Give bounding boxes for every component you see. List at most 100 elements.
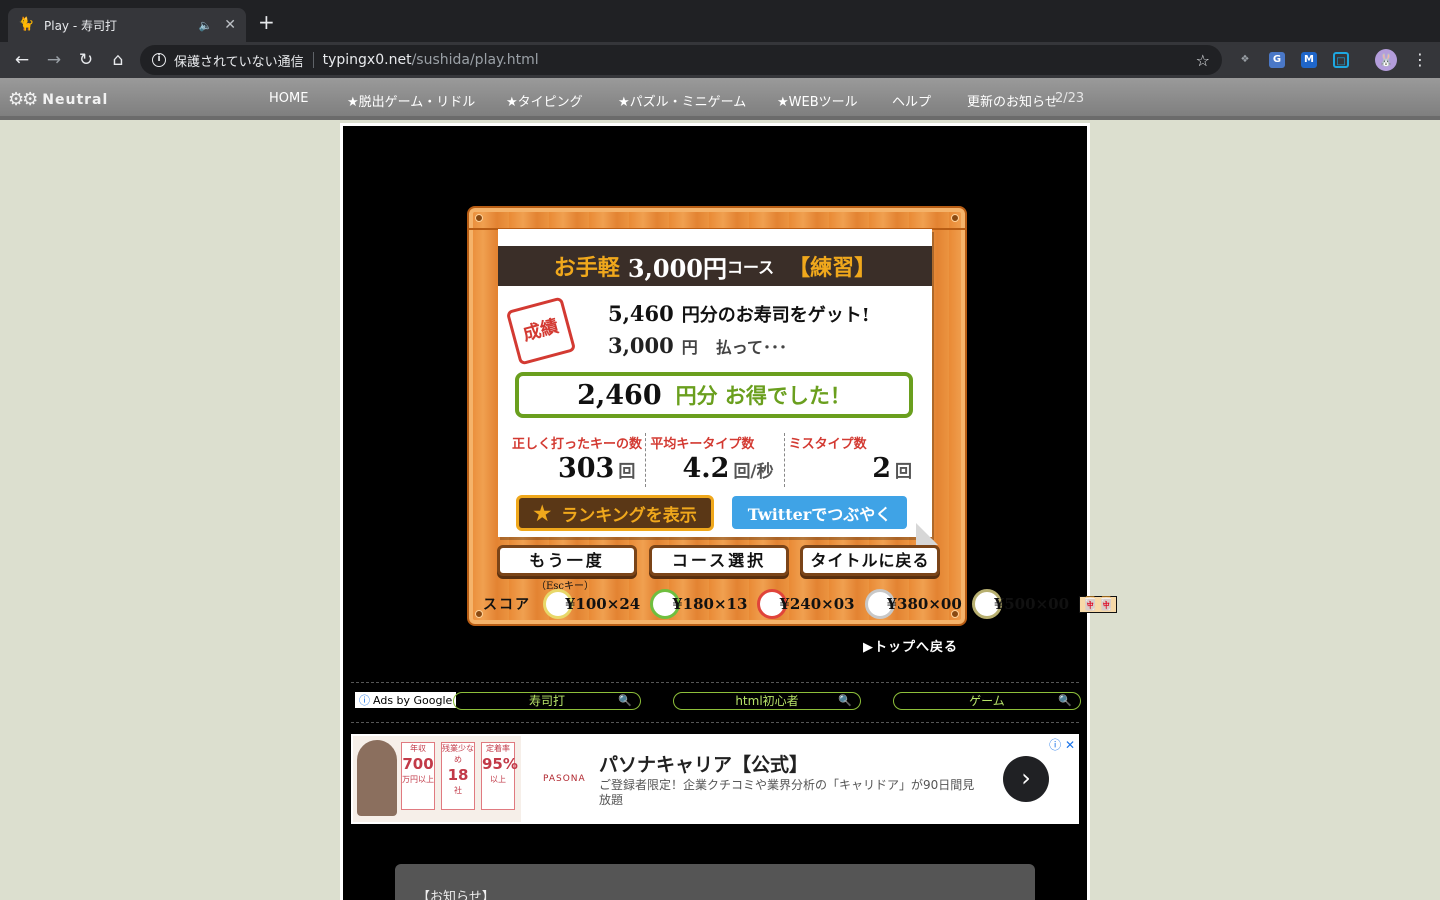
nav-web-tools[interactable]: ★WEBツール bbox=[777, 91, 858, 110]
kebab-menu-icon[interactable]: ⋮ bbox=[1412, 50, 1428, 70]
ad-search-label: html初心者 bbox=[735, 694, 799, 708]
nav-typing[interactable]: ★タイピング bbox=[506, 91, 583, 110]
retry-button[interactable]: もう一度 bbox=[497, 545, 637, 576]
ad-search-label: ゲーム bbox=[969, 694, 1005, 708]
notice-title: 【お知らせ】 bbox=[417, 890, 495, 900]
show-ranking-button[interactable]: ★ ランキングを表示 bbox=[516, 495, 714, 531]
divider bbox=[351, 722, 1079, 723]
course-suffix: コース bbox=[726, 258, 775, 277]
nav-puzzle[interactable]: ★パズル・ミニゲーム bbox=[618, 91, 746, 110]
ad-search-html[interactable]: html初心者 🔍 bbox=[673, 692, 861, 710]
nav-updates[interactable]: 更新のお知らせ bbox=[967, 91, 1058, 110]
ad-title[interactable]: パソナキャリア【公式】 bbox=[599, 750, 808, 777]
stat-unit: 回 bbox=[894, 462, 912, 482]
back-arrow-icon[interactable]: ← bbox=[12, 50, 32, 70]
gain-suffix: 円分 お得でした！ bbox=[675, 383, 851, 408]
earned-suffix: 円分のお寿司をゲット! bbox=[681, 305, 870, 326]
m-extension-icon[interactable]: M bbox=[1301, 52, 1317, 68]
page-curl bbox=[916, 523, 938, 545]
stat-value: 303 回 bbox=[558, 453, 635, 484]
profile-avatar[interactable]: 🐰 bbox=[1375, 49, 1397, 71]
new-tab-button[interactable]: + bbox=[258, 12, 275, 32]
metric-top: 年収 bbox=[410, 744, 426, 753]
stat-label: 平均キータイプ数 bbox=[650, 437, 755, 452]
dropbox-extension-icon[interactable]: ❖ bbox=[1237, 52, 1253, 68]
close-icon[interactable]: ✕ bbox=[224, 17, 236, 33]
earned-line: 5,460 円分のお寿司をゲット! bbox=[608, 301, 870, 327]
ad-metric: 残業少なめ 18 社 bbox=[441, 742, 475, 810]
ads-by-label: Ads by Google bbox=[373, 693, 453, 707]
metric-value: 18 bbox=[447, 766, 469, 784]
plate-price: ¥380 bbox=[886, 595, 929, 613]
plate-380: ¥380 ×00 bbox=[864, 589, 962, 619]
info-icon[interactable]: i bbox=[152, 53, 166, 67]
favicon-icon: 🐈 bbox=[18, 17, 35, 32]
result-stamp: 成績 bbox=[505, 296, 577, 366]
stat-number: 2 bbox=[872, 453, 891, 484]
paid-yen: 円 bbox=[681, 338, 698, 357]
paid-line: 3,000 円払って･･･ bbox=[608, 333, 787, 358]
paid-value: 3,000 bbox=[608, 333, 674, 358]
address-bar[interactable]: i 保護されていない通信 typingx0.net/sushida/play.h… bbox=[140, 45, 1222, 75]
ranking-label: ランキングを表示 bbox=[561, 505, 697, 526]
ad-metric: 定着率 95% 以上 bbox=[481, 742, 518, 810]
stat-number: 4.2 bbox=[682, 453, 730, 484]
metric-bottom: 万円以上 bbox=[402, 775, 434, 784]
site-logo[interactable]: ⚙⚙ Neutral bbox=[8, 89, 108, 110]
plate-price: ¥180 bbox=[672, 595, 714, 613]
back-to-title-button[interactable]: タイトルに戻る bbox=[800, 545, 940, 576]
paid-suffix: 払って･･･ bbox=[715, 338, 787, 357]
plate-count: ×13 bbox=[713, 595, 748, 613]
star-icon[interactable]: ☆ bbox=[1196, 51, 1210, 70]
ad-search-sushida[interactable]: 寿司打 🔍 bbox=[453, 692, 641, 710]
speaker-icon[interactable]: 🔈 bbox=[199, 19, 213, 32]
logo-text: Neutral bbox=[42, 91, 109, 108]
back-to-top-link[interactable]: ▶トップへ戻る bbox=[863, 636, 958, 655]
nail-icon bbox=[475, 214, 483, 222]
ad-banner[interactable]: 年収 700 万円以上 残業少なめ 18 社 定着率 95% 以上 PASONA… bbox=[351, 734, 1079, 824]
forward-arrow-icon[interactable]: → bbox=[44, 50, 64, 70]
board-top-plank bbox=[469, 208, 965, 230]
nav-help[interactable]: ヘルプ bbox=[892, 91, 931, 110]
score-bar: スコア ¥100 ×24 ¥180 ×13 ¥240 ×03 ¥380 ×00 ¥500… bbox=[483, 589, 1118, 619]
browser-tab[interactable]: 🐈 Play - 寿司打 🔈 ✕ bbox=[8, 8, 246, 42]
ad-search-game[interactable]: ゲーム 🔍 bbox=[893, 692, 1081, 710]
ad-description: ご登録者限定！企業クチコミや業界分析の「キャリドア」が90日間見放題 bbox=[599, 778, 975, 807]
gain-box: 2,460 円分 お得でした！ bbox=[515, 372, 913, 418]
gain-value: 2,460 bbox=[577, 379, 662, 411]
result-board: お手軽 3,000円 コース 【練習】 成績 5,460 円分のお寿司をゲット! … bbox=[467, 206, 1118, 626]
ad-brand: PASONA bbox=[543, 774, 586, 784]
plate-100: ¥100 ×24 bbox=[543, 589, 640, 619]
twitter-share-button[interactable]: Twitterでつぶやく bbox=[732, 496, 907, 529]
translate-extension-icon[interactable]: G bbox=[1269, 52, 1285, 68]
nav-update-date: 2/23 bbox=[1055, 91, 1085, 106]
result-sheet: お手軽 3,000円 コース 【練習】 成績 5,460 円分のお寿司をゲット! … bbox=[498, 229, 938, 545]
site-nav: ⚙⚙ Neutral HOME ★脱出ゲーム・リドル ★タイピング ★パズル・ミ… bbox=[0, 78, 1440, 120]
plate-500: ¥500 ×00 bbox=[971, 589, 1070, 619]
person-image bbox=[357, 740, 397, 816]
adchoices-icon[interactable]: ⓘ ✕ bbox=[1049, 736, 1075, 753]
ads-by-google[interactable]: ⓘ Ads by Google bbox=[355, 692, 457, 708]
nav-home[interactable]: HOME bbox=[269, 91, 308, 106]
plate-count: ×03 bbox=[821, 595, 855, 613]
search-icon: 🔍 bbox=[1058, 694, 1072, 707]
gear-icon: ⚙⚙ bbox=[8, 89, 38, 110]
course-select-button[interactable]: コース選択 bbox=[649, 545, 789, 576]
stats-row: 正しく打ったキーの数 303 回 平均キータイプ数 4.2 回/秒 ミスタイプ数 2… bbox=[508, 433, 922, 487]
plate-count: ×00 bbox=[1035, 595, 1070, 613]
metric-value: 95% bbox=[482, 755, 518, 773]
square-extension-icon[interactable]: □ bbox=[1333, 52, 1349, 68]
url-host: typingx0.net bbox=[322, 52, 412, 68]
nav-escape-games[interactable]: ★脱出ゲーム・リドル bbox=[347, 91, 475, 110]
home-icon[interactable]: ⌂ bbox=[108, 50, 128, 70]
plate-price: ¥240 bbox=[779, 595, 822, 613]
divider bbox=[351, 682, 1079, 683]
chevron-right-icon[interactable]: › bbox=[1003, 756, 1049, 802]
reload-icon[interactable]: ↻ bbox=[76, 50, 96, 70]
stat-unit: 回 bbox=[618, 462, 636, 482]
plate-price: ¥100 bbox=[565, 595, 607, 613]
ad-image: 年収 700 万円以上 残業少なめ 18 社 定着率 95% 以上 bbox=[353, 736, 521, 822]
stat-label: 正しく打ったキーの数 bbox=[512, 437, 643, 452]
ad-search-label: 寿司打 bbox=[528, 694, 565, 708]
plate-count: ×00 bbox=[928, 595, 962, 613]
